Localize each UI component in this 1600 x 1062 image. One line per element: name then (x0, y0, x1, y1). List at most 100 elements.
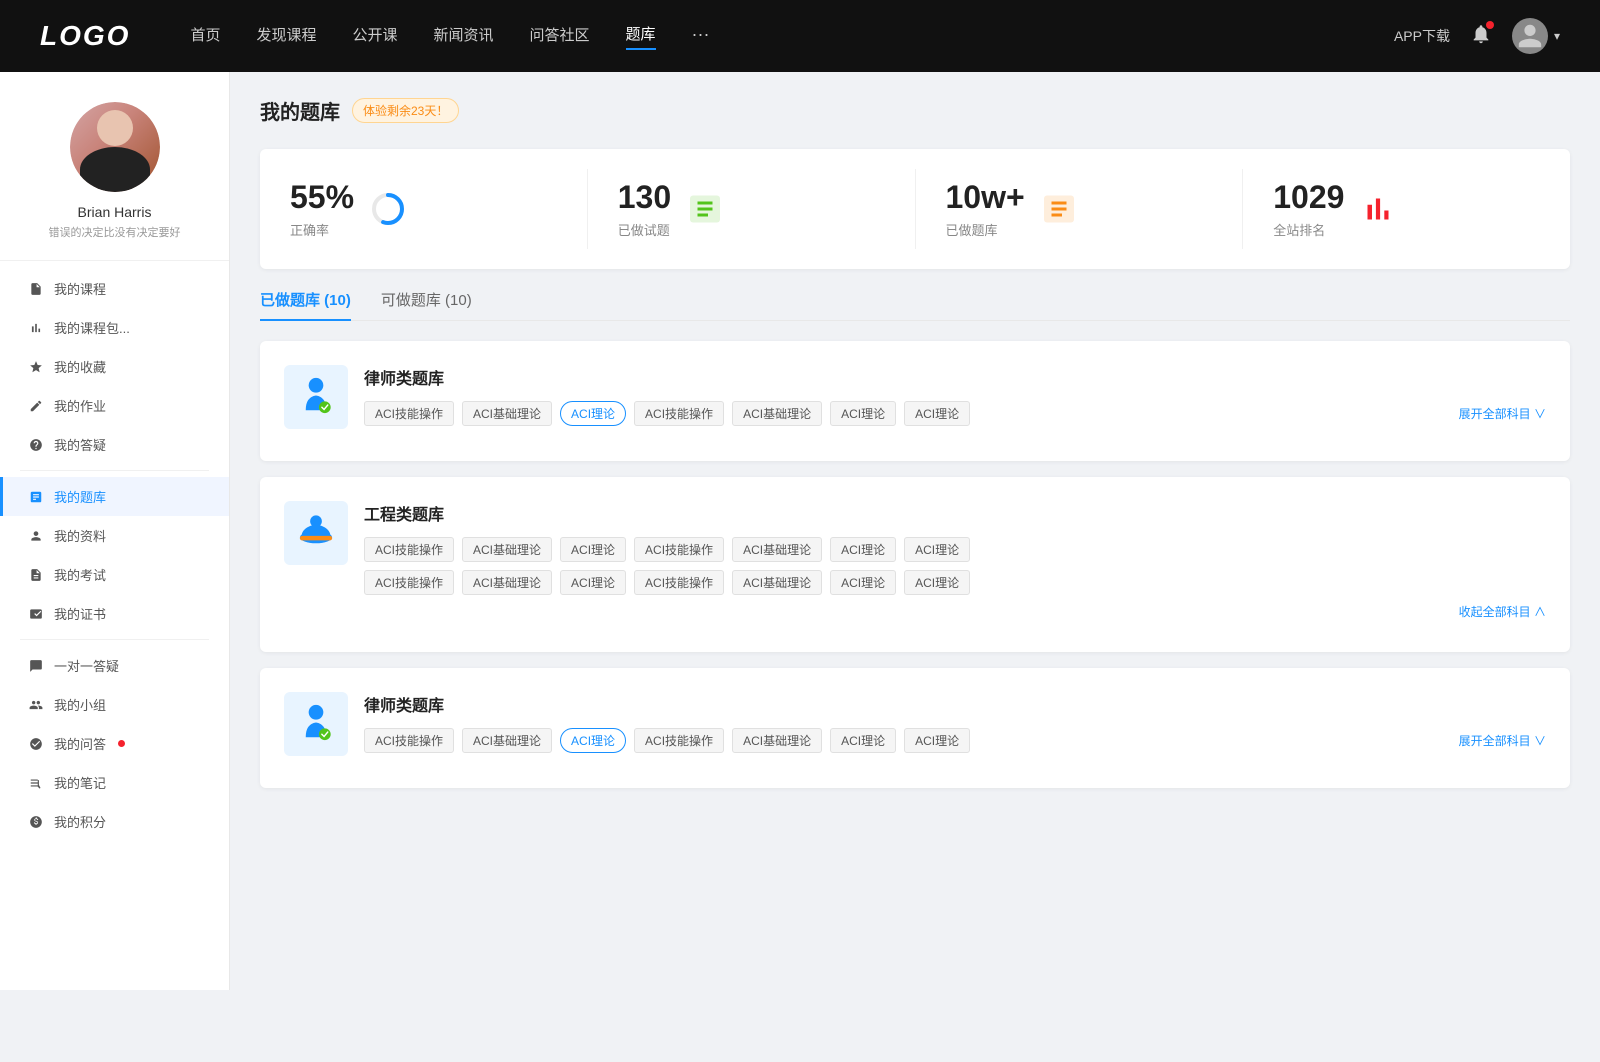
lawyer-icon-wrap (284, 365, 348, 429)
tag-1-1[interactable]: ACI基础理论 (462, 401, 552, 426)
expand-link-3[interactable]: 展开全部科目 ∨ (1459, 728, 1546, 749)
question-icon (28, 437, 44, 453)
stat-accuracy-label: 正确率 (290, 220, 354, 239)
stat-done-label: 已做试题 (618, 220, 671, 239)
tag-2-4[interactable]: ACI基础理论 (732, 537, 822, 562)
sidebar-avatar (70, 102, 160, 192)
tag-2-0[interactable]: ACI技能操作 (364, 537, 454, 562)
app-download-button[interactable]: APP下载 (1394, 26, 1450, 46)
sidebar-item-notes[interactable]: 我的笔记 (0, 763, 229, 802)
sidebar-item-cert[interactable]: 我的证书 (0, 594, 229, 633)
stat-done-value: 130 (618, 179, 671, 216)
user-profile: Brian Harris 错误的决定比没有决定要好 (0, 102, 229, 261)
tag-3-6[interactable]: ACI理论 (904, 728, 970, 753)
stat-ranking-value: 1029 (1273, 179, 1344, 216)
star-icon (28, 359, 44, 375)
sidebar-item-favorites[interactable]: 我的收藏 (0, 347, 229, 386)
tags-row-2a: ACI技能操作 ACI基础理论 ACI理论 ACI技能操作 ACI基础理论 AC… (364, 537, 1546, 562)
tag-2b-4[interactable]: ACI基础理论 (732, 570, 822, 595)
avatar-image (70, 102, 160, 192)
file-icon (28, 281, 44, 297)
tags-row-3: ACI技能操作 ACI基础理论 ACI理论 ACI技能操作 ACI基础理论 AC… (364, 728, 970, 753)
stat-accuracy: 55% 正确率 (260, 169, 588, 249)
tag-2-6[interactable]: ACI理论 (904, 537, 970, 562)
tag-2b-1[interactable]: ACI基础理论 (462, 570, 552, 595)
bank-name-3: 律师类题库 (364, 692, 1546, 716)
stats-bar: 55% 正确率 130 已做试题 (260, 149, 1570, 269)
trial-badge: 体验剩余23天！ (352, 98, 459, 123)
sidebar-item-bank[interactable]: 我的题库 (0, 477, 229, 516)
tab-done-banks[interactable]: 已做题库 (10) (260, 289, 351, 320)
nav-discover[interactable]: 发现课程 (256, 24, 316, 49)
sidebar-item-points[interactable]: 我的积分 (0, 802, 229, 841)
tab-available-banks[interactable]: 可做题库 (10) (381, 289, 472, 320)
sidebar-separator-2 (20, 639, 209, 640)
header-right: APP下载 ▾ (1394, 18, 1560, 54)
lawyer-icon-wrap-2 (284, 692, 348, 756)
stat-banks-value: 10w+ (946, 179, 1025, 216)
bank-card-header-1: 律师类题库 ACI技能操作 ACI基础理论 ACI理论 ACI技能操作 ACI基… (284, 365, 1546, 429)
main-nav: 首页 发现课程 公开课 新闻资讯 问答社区 题库 ··· (190, 23, 1394, 50)
sidebar-item-homework[interactable]: 我的作业 (0, 386, 229, 425)
sidebar-item-course-pack[interactable]: 我的课程包... (0, 308, 229, 347)
sidebar-item-profile[interactable]: 我的资料 (0, 516, 229, 555)
nav-qa[interactable]: 问答社区 (530, 24, 590, 49)
sidebar-item-courses[interactable]: 我的课程 (0, 269, 229, 308)
bank-name-1: 律师类题库 (364, 365, 1546, 389)
nav-open-course[interactable]: 公开课 (352, 24, 397, 49)
nav-home[interactable]: 首页 (190, 24, 220, 49)
tag-2-3[interactable]: ACI技能操作 (634, 537, 724, 562)
tag-3-1[interactable]: ACI基础理论 (462, 728, 552, 753)
bank-card-lawyer-1: 律师类题库 ACI技能操作 ACI基础理论 ACI理论 ACI技能操作 ACI基… (260, 341, 1570, 461)
tag-3-4[interactable]: ACI基础理论 (732, 728, 822, 753)
page-title: 我的题库 (260, 96, 340, 125)
notification-bell[interactable] (1470, 23, 1492, 50)
tag-2b-3[interactable]: ACI技能操作 (634, 570, 724, 595)
tag-3-2[interactable]: ACI理论 (560, 728, 626, 753)
tag-3-5[interactable]: ACI理论 (830, 728, 896, 753)
user-motto: 错误的决定比没有决定要好 (49, 224, 181, 240)
tags-row-1: ACI技能操作 ACI基础理论 ACI理论 ACI技能操作 ACI基础理论 AC… (364, 401, 970, 426)
header-avatar (1512, 18, 1548, 54)
sidebar-item-questions[interactable]: 我的答疑 (0, 425, 229, 464)
tag-2-2[interactable]: ACI理论 (560, 537, 626, 562)
tag-2b-0[interactable]: ACI技能操作 (364, 570, 454, 595)
tag-1-4[interactable]: ACI基础理论 (732, 401, 822, 426)
stat-ranking-label: 全站排名 (1273, 220, 1344, 239)
header: LOGO 首页 发现课程 公开课 新闻资讯 问答社区 题库 ··· APP下载 … (0, 0, 1600, 72)
stat-ranking: 1029 全站排名 (1243, 169, 1570, 249)
tag-1-0[interactable]: ACI技能操作 (364, 401, 454, 426)
bank-info-2: 工程类题库 ACI技能操作 ACI基础理论 ACI理论 ACI技能操作 ACI基… (364, 501, 1546, 620)
tag-1-5[interactable]: ACI理论 (830, 401, 896, 426)
tabs: 已做题库 (10) 可做题库 (10) (260, 289, 1570, 321)
sidebar: Brian Harris 错误的决定比没有决定要好 我的课程 我的课程包... (0, 72, 230, 990)
stat-done-banks: 10w+ 已做题库 (916, 169, 1244, 249)
tag-2-5[interactable]: ACI理论 (830, 537, 896, 562)
tag-3-0[interactable]: ACI技能操作 (364, 728, 454, 753)
user-avatar-button[interactable]: ▾ (1512, 18, 1560, 54)
sidebar-item-exam[interactable]: 我的考试 (0, 555, 229, 594)
banks-icon (1039, 189, 1079, 229)
stat-banks-label: 已做题库 (946, 220, 1025, 239)
tag-1-6[interactable]: ACI理论 (904, 401, 970, 426)
tag-2b-6[interactable]: ACI理论 (904, 570, 970, 595)
nav-bank[interactable]: 题库 (626, 23, 656, 50)
tag-2b-2[interactable]: ACI理论 (560, 570, 626, 595)
expand-link-1[interactable]: 展开全部科目 ∨ (1459, 401, 1546, 422)
tag-1-3[interactable]: ACI技能操作 (634, 401, 724, 426)
questions-icon (685, 189, 725, 229)
main-content: 我的题库 体验剩余23天！ 55% 正确率 (230, 72, 1600, 990)
sidebar-item-my-qa[interactable]: 我的问答 (0, 724, 229, 763)
tag-3-3[interactable]: ACI技能操作 (634, 728, 724, 753)
collapse-link[interactable]: 收起全部科目 ∧ (364, 603, 1546, 620)
tag-1-2[interactable]: ACI理论 (560, 401, 626, 426)
score-icon (28, 814, 44, 830)
tag-2b-5[interactable]: ACI理论 (830, 570, 896, 595)
bank-name-2: 工程类题库 (364, 501, 1546, 525)
sidebar-item-group[interactable]: 我的小组 (0, 685, 229, 724)
nav-more[interactable]: ··· (692, 24, 710, 49)
engineer-icon-wrap (284, 501, 348, 565)
tag-2-1[interactable]: ACI基础理论 (462, 537, 552, 562)
nav-news[interactable]: 新闻资讯 (434, 24, 494, 49)
sidebar-item-one-on-one[interactable]: 一对一答疑 (0, 646, 229, 685)
